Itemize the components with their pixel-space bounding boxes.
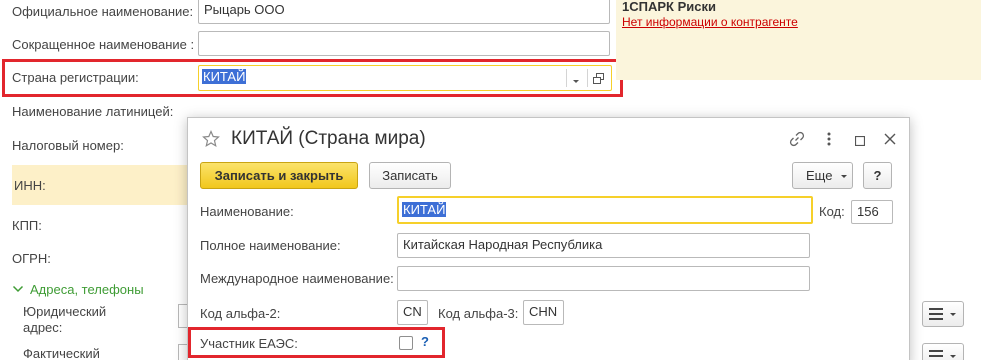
more-label: Еще bbox=[806, 168, 833, 183]
tax-number-label: Налоговый номер: bbox=[12, 138, 124, 153]
legal-address-label-line2: адрес: bbox=[23, 320, 63, 335]
short-name-label: Сокращенное наименование : bbox=[12, 37, 195, 52]
actual-address-label: Фактический bbox=[23, 346, 100, 360]
kpp-label: КПП: bbox=[12, 218, 42, 233]
save-close-button[interactable]: Записать и закрыть bbox=[200, 162, 358, 189]
legal-address-menu-button[interactable] bbox=[922, 301, 964, 327]
short-name-input[interactable] bbox=[198, 31, 610, 56]
alpha3-input[interactable]: CHN bbox=[523, 300, 564, 325]
list-menu-icon bbox=[929, 350, 956, 358]
address-group-label[interactable]: Адреса, телефоны bbox=[30, 282, 144, 297]
official-name-label: Официальное наименование: bbox=[12, 4, 194, 19]
list-menu-icon bbox=[929, 308, 956, 320]
dialog-title: КИТАЙ (Страна мира) bbox=[231, 128, 426, 149]
reg-country-highlight bbox=[2, 59, 623, 97]
alpha2-label: Код альфа-2: bbox=[200, 306, 281, 321]
alpha2-input[interactable]: CN bbox=[397, 300, 428, 325]
inn-label: ИНН: bbox=[14, 178, 46, 193]
name-label: Наименование: bbox=[200, 204, 294, 219]
official-name-input[interactable]: Рыцарь ООО bbox=[198, 0, 610, 24]
full-name-label: Полное наименование: bbox=[200, 238, 341, 253]
dropdown-arrow-icon bbox=[841, 175, 847, 178]
legal-address-label: Юридический bbox=[23, 304, 107, 319]
latin-name-label: Наименование латиницей: bbox=[12, 104, 174, 119]
code-input[interactable]: 156 bbox=[851, 200, 893, 224]
eaeu-highlight bbox=[188, 327, 445, 358]
spark-title: 1СПАРК Риски bbox=[622, 0, 716, 14]
maximize-icon[interactable] bbox=[854, 134, 866, 149]
chevron-down-icon[interactable] bbox=[12, 283, 24, 298]
intl-name-label: Международное наименование: bbox=[200, 271, 394, 286]
name-input[interactable]: КИТАЙ bbox=[397, 196, 813, 224]
ogrn-label: ОГРН: bbox=[12, 251, 51, 266]
close-icon[interactable] bbox=[884, 133, 896, 148]
help-button[interactable]: ? bbox=[863, 162, 892, 189]
alpha3-label: Код альфа-3: bbox=[438, 306, 519, 321]
spark-panel: 1СПАРК Риски Нет информации о контрагент… bbox=[616, 0, 981, 80]
country-dialog: КИТАЙ (Страна мира) Записать и закрыть З… bbox=[187, 117, 910, 360]
spark-link[interactable]: Нет информации о контрагенте bbox=[622, 15, 798, 29]
intl-name-input[interactable] bbox=[397, 266, 810, 291]
full-name-input[interactable]: Китайская Народная Республика bbox=[397, 233, 810, 258]
link-icon[interactable] bbox=[789, 131, 805, 150]
actual-address-menu-button[interactable] bbox=[922, 343, 964, 360]
name-value: КИТАЙ bbox=[402, 202, 447, 217]
save-button[interactable]: Записать bbox=[369, 162, 451, 189]
more-button[interactable]: Еще bbox=[792, 162, 853, 189]
more-vertical-icon[interactable] bbox=[826, 131, 832, 150]
star-icon[interactable] bbox=[202, 130, 220, 151]
code-label: Код: bbox=[819, 204, 845, 219]
